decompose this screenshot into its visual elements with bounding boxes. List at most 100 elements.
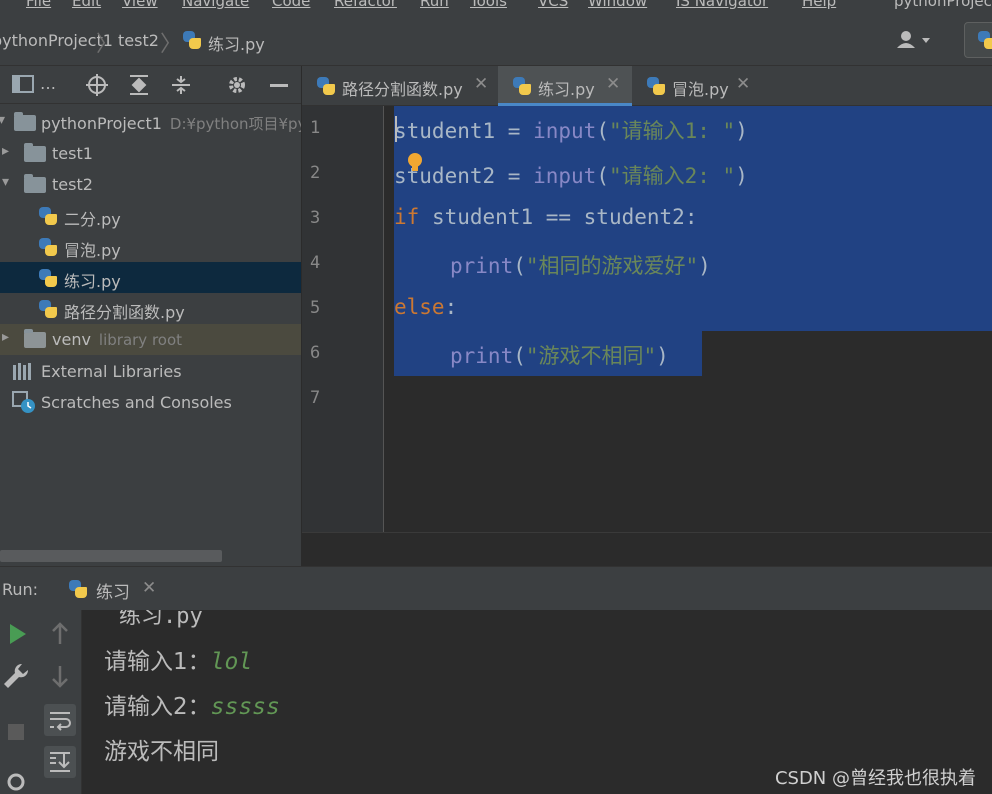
tree-item-venv[interactable]: ▸ venv library root	[0, 324, 301, 355]
code-token: )	[656, 344, 669, 368]
arrow-up-icon[interactable]	[44, 618, 76, 650]
menu-window[interactable]: Window	[588, 0, 647, 10]
tree-item-label: test2	[52, 175, 93, 194]
menu-code[interactable]: Code	[272, 0, 310, 10]
menu-file[interactable]: File	[26, 0, 51, 10]
lightbulb-icon[interactable]	[406, 152, 424, 174]
folder-icon	[24, 174, 46, 193]
tree-item-lianxi[interactable]: 练习.py	[0, 262, 301, 293]
menu-edit[interactable]: Edit	[72, 0, 101, 10]
tree-item-erfen[interactable]: 二分.py	[0, 200, 301, 231]
code-editor[interactable]: student1 = input("请输入1: ") student2 = in…	[384, 106, 992, 532]
console-prompt: 请输入2：	[104, 694, 211, 720]
code-line-3[interactable]: if student1 == student2:	[394, 205, 697, 229]
code-token: (	[596, 164, 609, 188]
close-icon[interactable]: ✕	[606, 74, 620, 94]
tree-item-maopao[interactable]: 冒泡.py	[0, 231, 301, 262]
run-tab-label[interactable]: 练习	[96, 578, 130, 603]
console-user-input: lol	[210, 649, 253, 675]
expand-all-icon[interactable]	[128, 74, 150, 96]
run-config-button[interactable]	[964, 22, 992, 58]
settings-icon[interactable]	[0, 766, 32, 794]
code-line-4[interactable]: print("相同的游戏爱好")	[450, 250, 711, 280]
soft-wrap-button[interactable]	[44, 704, 76, 736]
tree-item-label: test1	[52, 144, 93, 163]
view-options-ellipsis[interactable]: …	[40, 74, 56, 93]
code-token: (	[596, 119, 609, 143]
tree-item-label: 二分.py	[64, 210, 121, 229]
menu-is-navigator[interactable]: IS Navigator	[676, 0, 768, 10]
tab-lujing[interactable]: 路径分割函数.py ✕	[302, 66, 498, 106]
tree-item-test1[interactable]: ▸ test1	[0, 138, 301, 169]
line-number: 5	[310, 298, 321, 318]
close-icon[interactable]: ✕	[142, 578, 156, 598]
menu-vcs[interactable]: VCS	[538, 0, 568, 10]
menu-help[interactable]: Help	[802, 0, 836, 10]
breadcrumb-folder[interactable]: test2	[118, 31, 159, 50]
code-line-1[interactable]: student1 = input("请输入1: ")	[394, 115, 748, 145]
code-token: "相同的游戏爱好"	[525, 254, 699, 278]
collapse-all-icon[interactable]	[170, 74, 192, 96]
python-file-icon	[977, 30, 992, 50]
code-token: student1 == student2	[419, 205, 685, 229]
code-token: )	[735, 119, 748, 143]
chevron-right-icon[interactable]: ▸	[2, 329, 9, 345]
wrench-icon[interactable]	[0, 660, 32, 692]
code-line-5[interactable]: else:	[394, 295, 457, 319]
chevron-right-icon[interactable]: ▸	[2, 143, 9, 159]
code-line-2[interactable]: student2 = input("请输入2: ")	[394, 160, 748, 190]
menu-navigate[interactable]: Navigate	[182, 0, 249, 10]
folder-icon	[24, 329, 46, 348]
tree-item-scratches[interactable]: Scratches and Consoles	[0, 387, 301, 418]
code-token: print	[450, 254, 514, 278]
arrow-down-icon[interactable]	[44, 660, 76, 692]
code-token: )	[735, 164, 748, 188]
code-token: student1	[394, 119, 496, 143]
scratches-icon	[12, 391, 35, 413]
gear-icon[interactable]	[226, 74, 248, 96]
menu-run[interactable]: Run	[420, 0, 449, 10]
line-number: 6	[310, 343, 321, 363]
menu-refactor[interactable]: Refactor	[334, 0, 397, 10]
chevron-down-icon[interactable]: ▾	[0, 112, 5, 128]
code-token: print	[450, 344, 514, 368]
project-view-icon[interactable]	[12, 75, 36, 95]
hide-panel-icon[interactable]	[270, 84, 288, 87]
run-title: Run:	[2, 580, 39, 599]
tree-item-label: 路径分割函数.py	[64, 303, 185, 322]
python-file-icon	[38, 299, 58, 319]
horizontal-scrollbar[interactable]	[0, 550, 222, 562]
close-icon[interactable]: ✕	[736, 74, 750, 94]
tab-lianxi[interactable]: 练习.py ✕	[498, 66, 632, 106]
breadcrumb-file[interactable]: 练习.py	[208, 31, 265, 55]
library-icon	[13, 363, 31, 380]
console-line: 游戏不相同	[104, 739, 219, 765]
menu-view[interactable]: View	[122, 0, 158, 10]
python-file-icon	[38, 268, 58, 288]
code-token: if	[394, 205, 420, 229]
tab-maopao[interactable]: 冒泡.py ✕	[632, 66, 762, 106]
locate-icon[interactable]	[86, 74, 108, 96]
user-icon[interactable]	[896, 29, 936, 51]
project-tree: ▾ pythonProject1 D:¥python项目¥pythonProjec…	[0, 104, 301, 566]
python-file-icon	[316, 76, 336, 96]
code-token: =	[495, 119, 534, 143]
scroll-to-end-button[interactable]	[44, 746, 76, 778]
line-number: 2	[310, 163, 321, 183]
code-token: input	[533, 119, 597, 143]
tree-item-external-libraries[interactable]: External Libraries	[0, 356, 301, 387]
tree-item-test2[interactable]: ▾ test2	[0, 169, 301, 200]
menu-tools[interactable]: Tools	[470, 0, 507, 10]
tree-item-pythonProject1[interactable]: ▾ pythonProject1 D:¥python项目¥pythonProjec…	[0, 107, 301, 138]
run-toolbar-primary	[0, 610, 40, 794]
close-icon[interactable]: ✕	[474, 74, 488, 94]
code-token: (	[513, 344, 526, 368]
chevron-down-icon[interactable]: ▾	[2, 174, 9, 190]
code-line-6[interactable]: print("游戏不相同")	[450, 340, 669, 370]
stop-icon[interactable]	[0, 716, 32, 748]
line-number: 1	[310, 118, 321, 138]
python-file-icon	[646, 76, 666, 96]
python-file-icon	[68, 579, 88, 599]
tree-item-lujing[interactable]: 路径分割函数.py	[0, 293, 301, 324]
rerun-icon[interactable]	[2, 618, 34, 650]
